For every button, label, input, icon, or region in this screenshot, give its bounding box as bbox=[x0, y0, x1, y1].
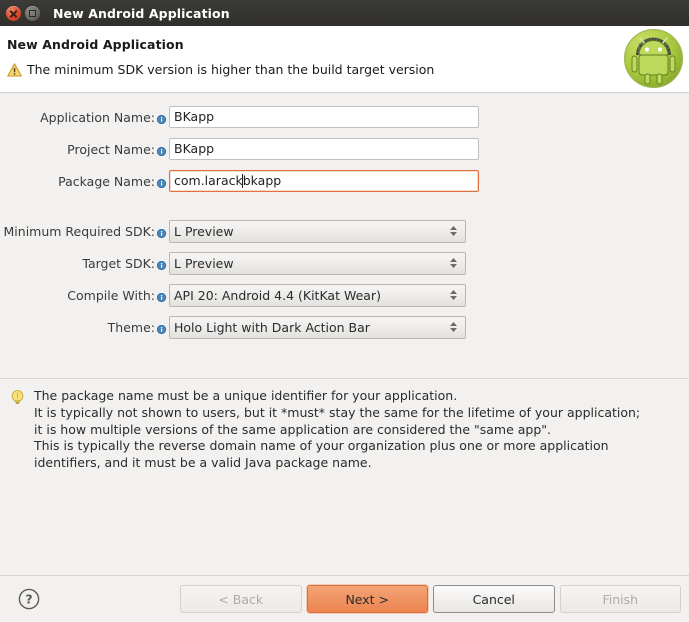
info-icon[interactable] bbox=[156, 259, 167, 270]
svg-text:?: ? bbox=[25, 592, 32, 607]
info-line: identifiers, and it must be a valid Java… bbox=[34, 455, 372, 471]
compile-with-label: Compile With: bbox=[67, 287, 155, 303]
android-robot-logo bbox=[623, 28, 684, 89]
info-line: it is how multiple versions of the same … bbox=[34, 421, 552, 437]
spinner-arrows-icon[interactable] bbox=[448, 319, 459, 335]
header-warning-message: The minimum SDK version is higher than t… bbox=[27, 62, 435, 77]
dialog-body: Application Name: BKapp Project Name: BK… bbox=[0, 93, 689, 575]
page-title: New Android Application bbox=[7, 37, 184, 52]
dialog-button-bar: ? < Back Next > Cancel Finish bbox=[0, 575, 689, 622]
form-row-target-sdk: Target SDK: L Preview bbox=[0, 251, 689, 275]
form-row-package-name: Package Name: com.larack bkapp bbox=[0, 170, 689, 192]
info-icon[interactable] bbox=[156, 323, 167, 334]
minimum-required-sdk-combo[interactable]: L Preview bbox=[169, 219, 466, 243]
target-sdk-combo[interactable]: L Preview bbox=[169, 251, 466, 275]
form-row-compile-with: Compile With: API 20: Android 4.4 (KitKa… bbox=[0, 283, 689, 307]
lightbulb-icon bbox=[10, 389, 25, 408]
info-line: It is typically not shown to users, but … bbox=[34, 404, 641, 420]
finish-button[interactable]: Finish bbox=[559, 585, 681, 613]
application-name-input[interactable]: BKapp bbox=[169, 106, 479, 128]
application-form: Application Name: BKapp Project Name: BK… bbox=[0, 93, 689, 339]
header-message-row: The minimum SDK version is higher than t… bbox=[7, 62, 434, 77]
close-icon[interactable] bbox=[6, 5, 21, 21]
info-line: This is typically the reverse domain nam… bbox=[34, 438, 609, 454]
next-button[interactable]: Next > bbox=[306, 585, 428, 613]
package-name-label: Package Name: bbox=[58, 173, 155, 189]
back-button[interactable]: < Back bbox=[180, 585, 302, 613]
wizard-buttons: < Back Next > Cancel Finish bbox=[180, 585, 681, 613]
info-line: The package name must be a unique identi… bbox=[34, 388, 458, 403]
form-row-theme: Theme: Holo Light with Dark Action Bar bbox=[0, 315, 689, 339]
compile-with-combo[interactable]: API 20: Android 4.4 (KitKat Wear) bbox=[169, 283, 466, 307]
theme-value: Holo Light with Dark Action Bar bbox=[174, 319, 370, 335]
info-icon[interactable] bbox=[156, 113, 167, 124]
project-name-input[interactable]: BKapp bbox=[169, 138, 479, 160]
application-name-value: BKapp bbox=[174, 109, 215, 124]
help-question-icon[interactable]: ? bbox=[18, 588, 40, 610]
target-sdk-value: L Preview bbox=[174, 255, 234, 271]
info-panel: The package name must be a unique identi… bbox=[0, 379, 689, 472]
form-row-application-name: Application Name: BKapp bbox=[0, 106, 689, 128]
spinner-arrows-icon[interactable] bbox=[448, 255, 459, 271]
package-name-value-before-caret: com.larack bbox=[174, 173, 243, 188]
window-title: New Android Application bbox=[53, 5, 230, 21]
form-row-minimum-required-sdk: Minimum Required SDK: L Preview bbox=[0, 219, 689, 243]
theme-combo[interactable]: Holo Light with Dark Action Bar bbox=[169, 315, 466, 339]
compile-with-value: API 20: Android 4.4 (KitKat Wear) bbox=[174, 287, 381, 303]
minimum-required-sdk-label: Minimum Required SDK: bbox=[3, 223, 155, 239]
spinner-arrows-icon[interactable] bbox=[448, 287, 459, 303]
project-name-value: BKapp bbox=[174, 141, 215, 156]
cancel-button[interactable]: Cancel bbox=[433, 585, 555, 613]
warning-triangle-icon bbox=[7, 62, 22, 77]
info-panel-text: The package name must be a unique identi… bbox=[34, 388, 640, 472]
spinner-arrows-icon[interactable] bbox=[448, 223, 459, 239]
info-icon[interactable] bbox=[156, 291, 167, 302]
theme-label: Theme: bbox=[107, 319, 155, 335]
info-icon[interactable] bbox=[156, 145, 167, 156]
maximize-icon[interactable] bbox=[25, 5, 40, 21]
window-titlebar: New Android Application bbox=[0, 0, 689, 26]
target-sdk-label: Target SDK: bbox=[82, 255, 155, 271]
application-name-label: Application Name: bbox=[40, 109, 155, 125]
package-name-value-after-caret: bkapp bbox=[242, 173, 282, 188]
minimum-required-sdk-value: L Preview bbox=[174, 223, 234, 239]
dialog-header: New Android Application The minimum SDK … bbox=[0, 26, 689, 93]
info-icon[interactable] bbox=[156, 227, 167, 238]
package-name-input[interactable]: com.larack bkapp bbox=[169, 170, 479, 192]
info-icon[interactable] bbox=[156, 177, 167, 188]
project-name-label: Project Name: bbox=[67, 141, 155, 157]
form-row-project-name: Project Name: BKapp bbox=[0, 138, 689, 160]
